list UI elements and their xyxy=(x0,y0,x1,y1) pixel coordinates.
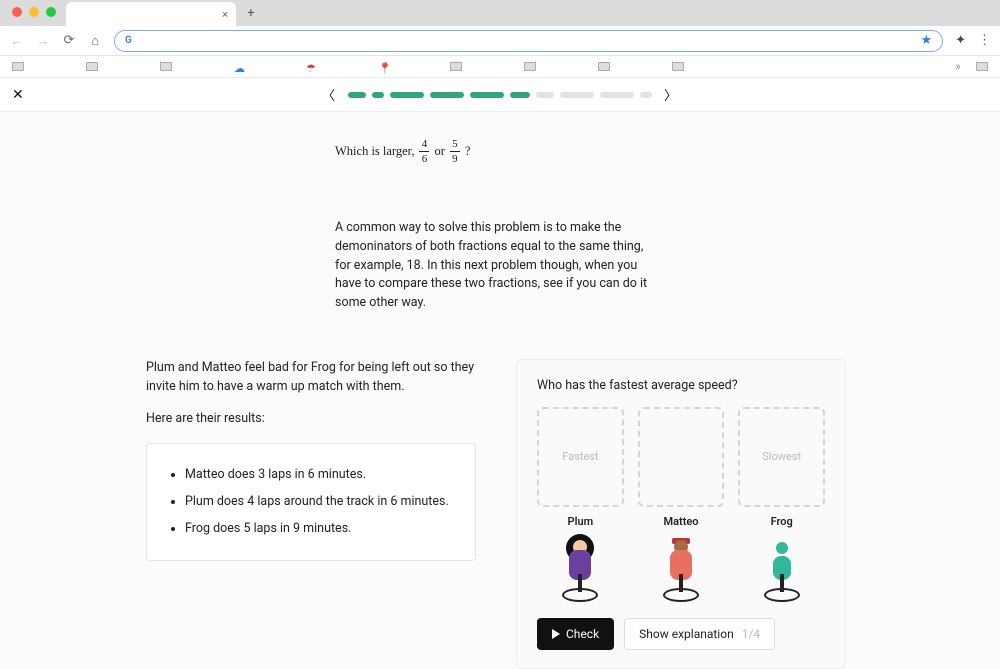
bookmark-folder[interactable] xyxy=(450,62,462,71)
browser-toolbar: ← → ⟳ ⌂ G ★ ✦ ⋮ xyxy=(0,26,1000,56)
result-item: Plum does 4 laps around the track in 6 m… xyxy=(185,493,455,512)
character-label: Plum xyxy=(537,515,624,528)
progress-segment xyxy=(510,92,530,98)
bookmark-item[interactable]: 📍 xyxy=(378,62,388,72)
character-image xyxy=(757,534,807,602)
drop-slot[interactable]: Fastest xyxy=(537,407,624,507)
reload-button[interactable]: ⟳ xyxy=(62,33,76,48)
play-icon xyxy=(552,629,560,639)
character-image xyxy=(555,534,605,602)
character-image xyxy=(656,534,706,602)
bookmark-folder[interactable] xyxy=(672,62,684,71)
explanation-text: A common way to solve this problem is to… xyxy=(335,219,655,313)
question-text: Which is larger, 4 6 or 5 9 ? xyxy=(335,138,655,165)
show-explanation-button[interactable]: Show explanation 1/4 xyxy=(624,618,775,650)
progress-segment xyxy=(470,92,504,98)
dropzone-row: Fastest Slowest xyxy=(537,407,825,507)
character-matteo[interactable]: Matteo xyxy=(638,515,725,602)
prev-step-button[interactable]: 〈 xyxy=(322,85,336,104)
character-frog[interactable]: Frog xyxy=(738,515,825,602)
bookmark-item[interactable]: ☂ xyxy=(306,62,316,72)
close-tab-icon[interactable]: × xyxy=(222,8,228,21)
progress-segment xyxy=(536,92,554,98)
progress-bar xyxy=(348,92,652,98)
bookmarks-overflow[interactable]: » xyxy=(955,60,988,73)
interactive-card: Who has the fastest average speed? Faste… xyxy=(516,359,846,669)
fraction-2: 5 9 xyxy=(450,138,460,165)
left-column: Plum and Matteo feel bad for Frog for be… xyxy=(146,359,476,669)
forward-button[interactable]: → xyxy=(36,33,50,49)
explanation-count: 1/4 xyxy=(742,627,760,641)
next-step-button[interactable]: 〉 xyxy=(664,85,678,104)
google-favicon-icon: G xyxy=(125,35,137,47)
progress-segment xyxy=(372,92,384,98)
character-label: Frog xyxy=(738,515,825,528)
character-plum[interactable]: Plum xyxy=(537,515,624,602)
bookmark-star-icon[interactable]: ★ xyxy=(920,33,932,48)
new-tab-button[interactable]: + xyxy=(238,6,258,21)
bookmarks-bar: ☁ ☂ 📍 » xyxy=(0,56,1000,78)
bookmark-folder[interactable] xyxy=(598,62,610,71)
characters-row: Plum Matteo Frog xyxy=(537,515,825,602)
progress-segment xyxy=(430,92,464,98)
tab-strip: × + xyxy=(0,0,1000,26)
progress-segment xyxy=(600,92,634,98)
window-controls[interactable] xyxy=(8,0,64,17)
extensions-icon[interactable]: ✦ xyxy=(955,33,966,48)
browser-menu-button[interactable]: ⋮ xyxy=(978,33,990,48)
check-button[interactable]: Check xyxy=(537,618,614,650)
browser-tab[interactable]: × xyxy=(66,2,236,26)
address-bar[interactable]: G ★ xyxy=(114,30,943,52)
bookmark-folder[interactable] xyxy=(524,62,536,71)
card-prompt: Who has the fastest average speed? xyxy=(537,378,825,393)
results-box: Matteo does 3 laps in 6 minutes. Plum doe… xyxy=(146,443,476,561)
close-lesson-button[interactable]: ✕ xyxy=(12,87,32,103)
close-window-icon[interactable] xyxy=(12,7,22,17)
bookmark-folder[interactable] xyxy=(12,62,24,71)
fraction-1: 4 6 xyxy=(419,138,429,165)
progress-segment xyxy=(560,92,594,98)
question-lead: Which is larger, xyxy=(335,144,414,159)
progress-segment xyxy=(640,92,652,98)
lesson-header: ✕ 〈 〉 xyxy=(0,78,1000,112)
drop-slot[interactable] xyxy=(638,407,725,507)
progress-segment xyxy=(348,92,366,98)
scenario-intro: Plum and Matteo feel bad for Frog for be… xyxy=(146,359,476,397)
home-button[interactable]: ⌂ xyxy=(88,33,102,49)
minimize-window-icon[interactable] xyxy=(29,7,39,17)
maximize-window-icon[interactable] xyxy=(46,7,56,17)
bookmark-folder[interactable] xyxy=(86,62,98,71)
bookmark-folder[interactable] xyxy=(160,62,172,71)
bookmark-item[interactable]: ☁ xyxy=(234,62,244,72)
progress-segment xyxy=(390,92,424,98)
character-label: Matteo xyxy=(638,515,725,528)
results-label: Here are their results: xyxy=(146,410,476,429)
result-item: Frog does 5 laps in 9 minutes. xyxy=(185,520,455,539)
drop-slot[interactable]: Slowest xyxy=(738,407,825,507)
lesson-content: Which is larger, 4 6 or 5 9 ? A common w… xyxy=(0,112,1000,640)
result-item: Matteo does 3 laps in 6 minutes. xyxy=(185,466,455,485)
back-button[interactable]: ← xyxy=(10,33,24,49)
